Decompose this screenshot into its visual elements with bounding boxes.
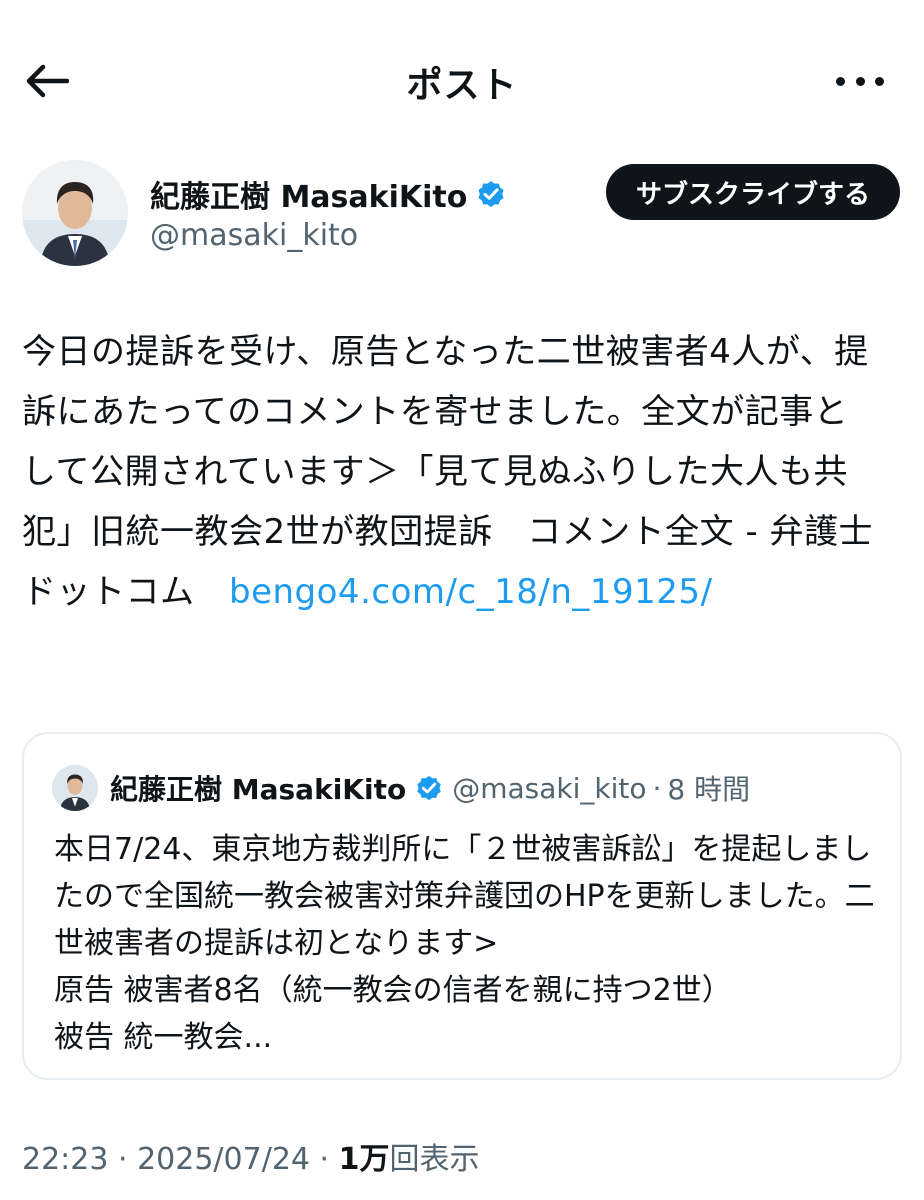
views-count: 1万 (338, 1142, 390, 1177)
post-time: 22:23 (22, 1142, 109, 1177)
more-horizontal-icon-dot (855, 76, 865, 86)
quoted-author-handle: @masaki_kito (452, 771, 647, 805)
quoted-post-card[interactable]: 紀藤正樹 MasakiKito @masaki_kito · 8 時間 本日7/… (22, 732, 902, 1080)
post-meta: 22:23 · 2025/07/24 · 1万回表示 (22, 1134, 479, 1178)
post-body: 今日の提訴を受け、原告となった二世被害者4人が、提訴にあたってのコメントを寄せま… (22, 322, 882, 622)
author-name[interactable]: 紀藤正樹 MasakiKito (150, 172, 467, 216)
more-horizontal-icon-dot (875, 76, 884, 86)
quoted-author-name: 紀藤正樹 MasakiKito (110, 773, 407, 806)
avatar-portrait (22, 160, 128, 266)
separator-dot: · (108, 1142, 138, 1177)
quoted-post-text: 本日7/24、東京地方裁判所に「２世被害訴訟」を提起しましたので全国統一教会被害… (54, 832, 875, 1055)
subscribe-button[interactable]: サブスクライブする (605, 164, 900, 220)
views-label: 回表示 (389, 1142, 480, 1177)
quoted-post-time: 8 時間 (667, 773, 751, 806)
post-date: 2025/07/24 (137, 1142, 310, 1177)
page-title: ポスト (406, 65, 518, 106)
post-text: 今日の提訴を受け、原告となった二世被害者4人が、提訴にあたってのコメントを寄せま… (22, 332, 874, 612)
post-link[interactable]: bengo4.com/c_18/n_19125/ (229, 572, 713, 612)
avatar-portrait (52, 765, 98, 811)
post-detail-page: ポスト 紀藤正樹 MasakiKito @masaki_kito サブスクライブ… (0, 0, 924, 1200)
author-handle[interactable]: @masaki_kito (150, 218, 358, 253)
more-horizontal-icon-dot (836, 76, 845, 86)
separator-dot: · (310, 1142, 339, 1177)
verified-badge-icon (417, 775, 441, 801)
top-bar: ポスト (0, 40, 924, 120)
verified-badge-icon (478, 181, 504, 208)
post-author: 紀藤正樹 MasakiKito @masaki_kito サブスクライブする (22, 160, 902, 270)
author-name-row: 紀藤正樹 MasakiKito (150, 172, 507, 216)
more-options-button[interactable] (836, 66, 884, 96)
avatar (52, 765, 98, 811)
avatar[interactable] (22, 160, 128, 266)
separator-dot: · (652, 771, 662, 805)
quoted-post-header: 紀藤正樹 MasakiKito @masaki_kito · 8 時間 (52, 764, 750, 812)
